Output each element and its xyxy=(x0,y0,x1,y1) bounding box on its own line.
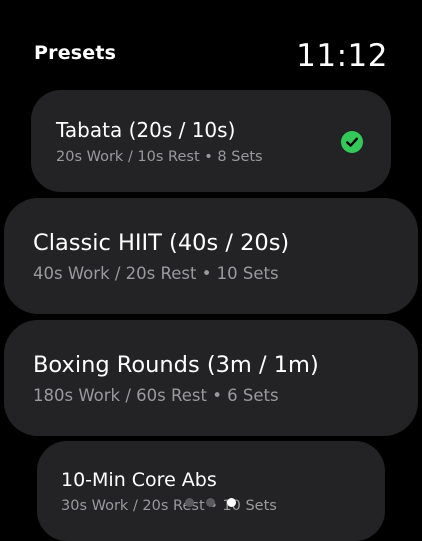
preset-row-boxing-rounds[interactable]: Boxing Rounds (3m / 1m) 180s Work / 60s … xyxy=(4,320,418,436)
clock: 11:12 xyxy=(296,38,388,74)
preset-name: Tabata (20s / 10s) xyxy=(56,118,236,142)
page-indicator xyxy=(0,498,422,510)
preset-row-core-abs[interactable]: 10-Min Core Abs 30s Work / 20s Rest • 10… xyxy=(37,441,385,541)
checkmark-circle-icon xyxy=(341,131,363,153)
preset-row-tabata[interactable]: Tabata (20s / 10s) 20s Work / 10s Rest •… xyxy=(31,90,391,192)
page-dot xyxy=(185,498,194,507)
preset-name: 10-Min Core Abs xyxy=(61,469,217,491)
page-dot xyxy=(206,498,215,507)
preset-name: Classic HIIT (40s / 20s) xyxy=(33,230,290,256)
preset-detail: 180s Work / 60s Rest • 6 Sets xyxy=(33,386,279,405)
page-dot-active xyxy=(227,498,236,507)
page-title: Presets xyxy=(34,42,117,64)
preset-detail: 40s Work / 20s Rest • 10 Sets xyxy=(33,264,279,283)
preset-name: Boxing Rounds (3m / 1m) xyxy=(33,352,319,378)
preset-detail: 20s Work / 10s Rest • 8 Sets xyxy=(56,149,263,165)
preset-row-classic-hiit[interactable]: Classic HIIT (40s / 20s) 40s Work / 20s … xyxy=(4,198,418,314)
